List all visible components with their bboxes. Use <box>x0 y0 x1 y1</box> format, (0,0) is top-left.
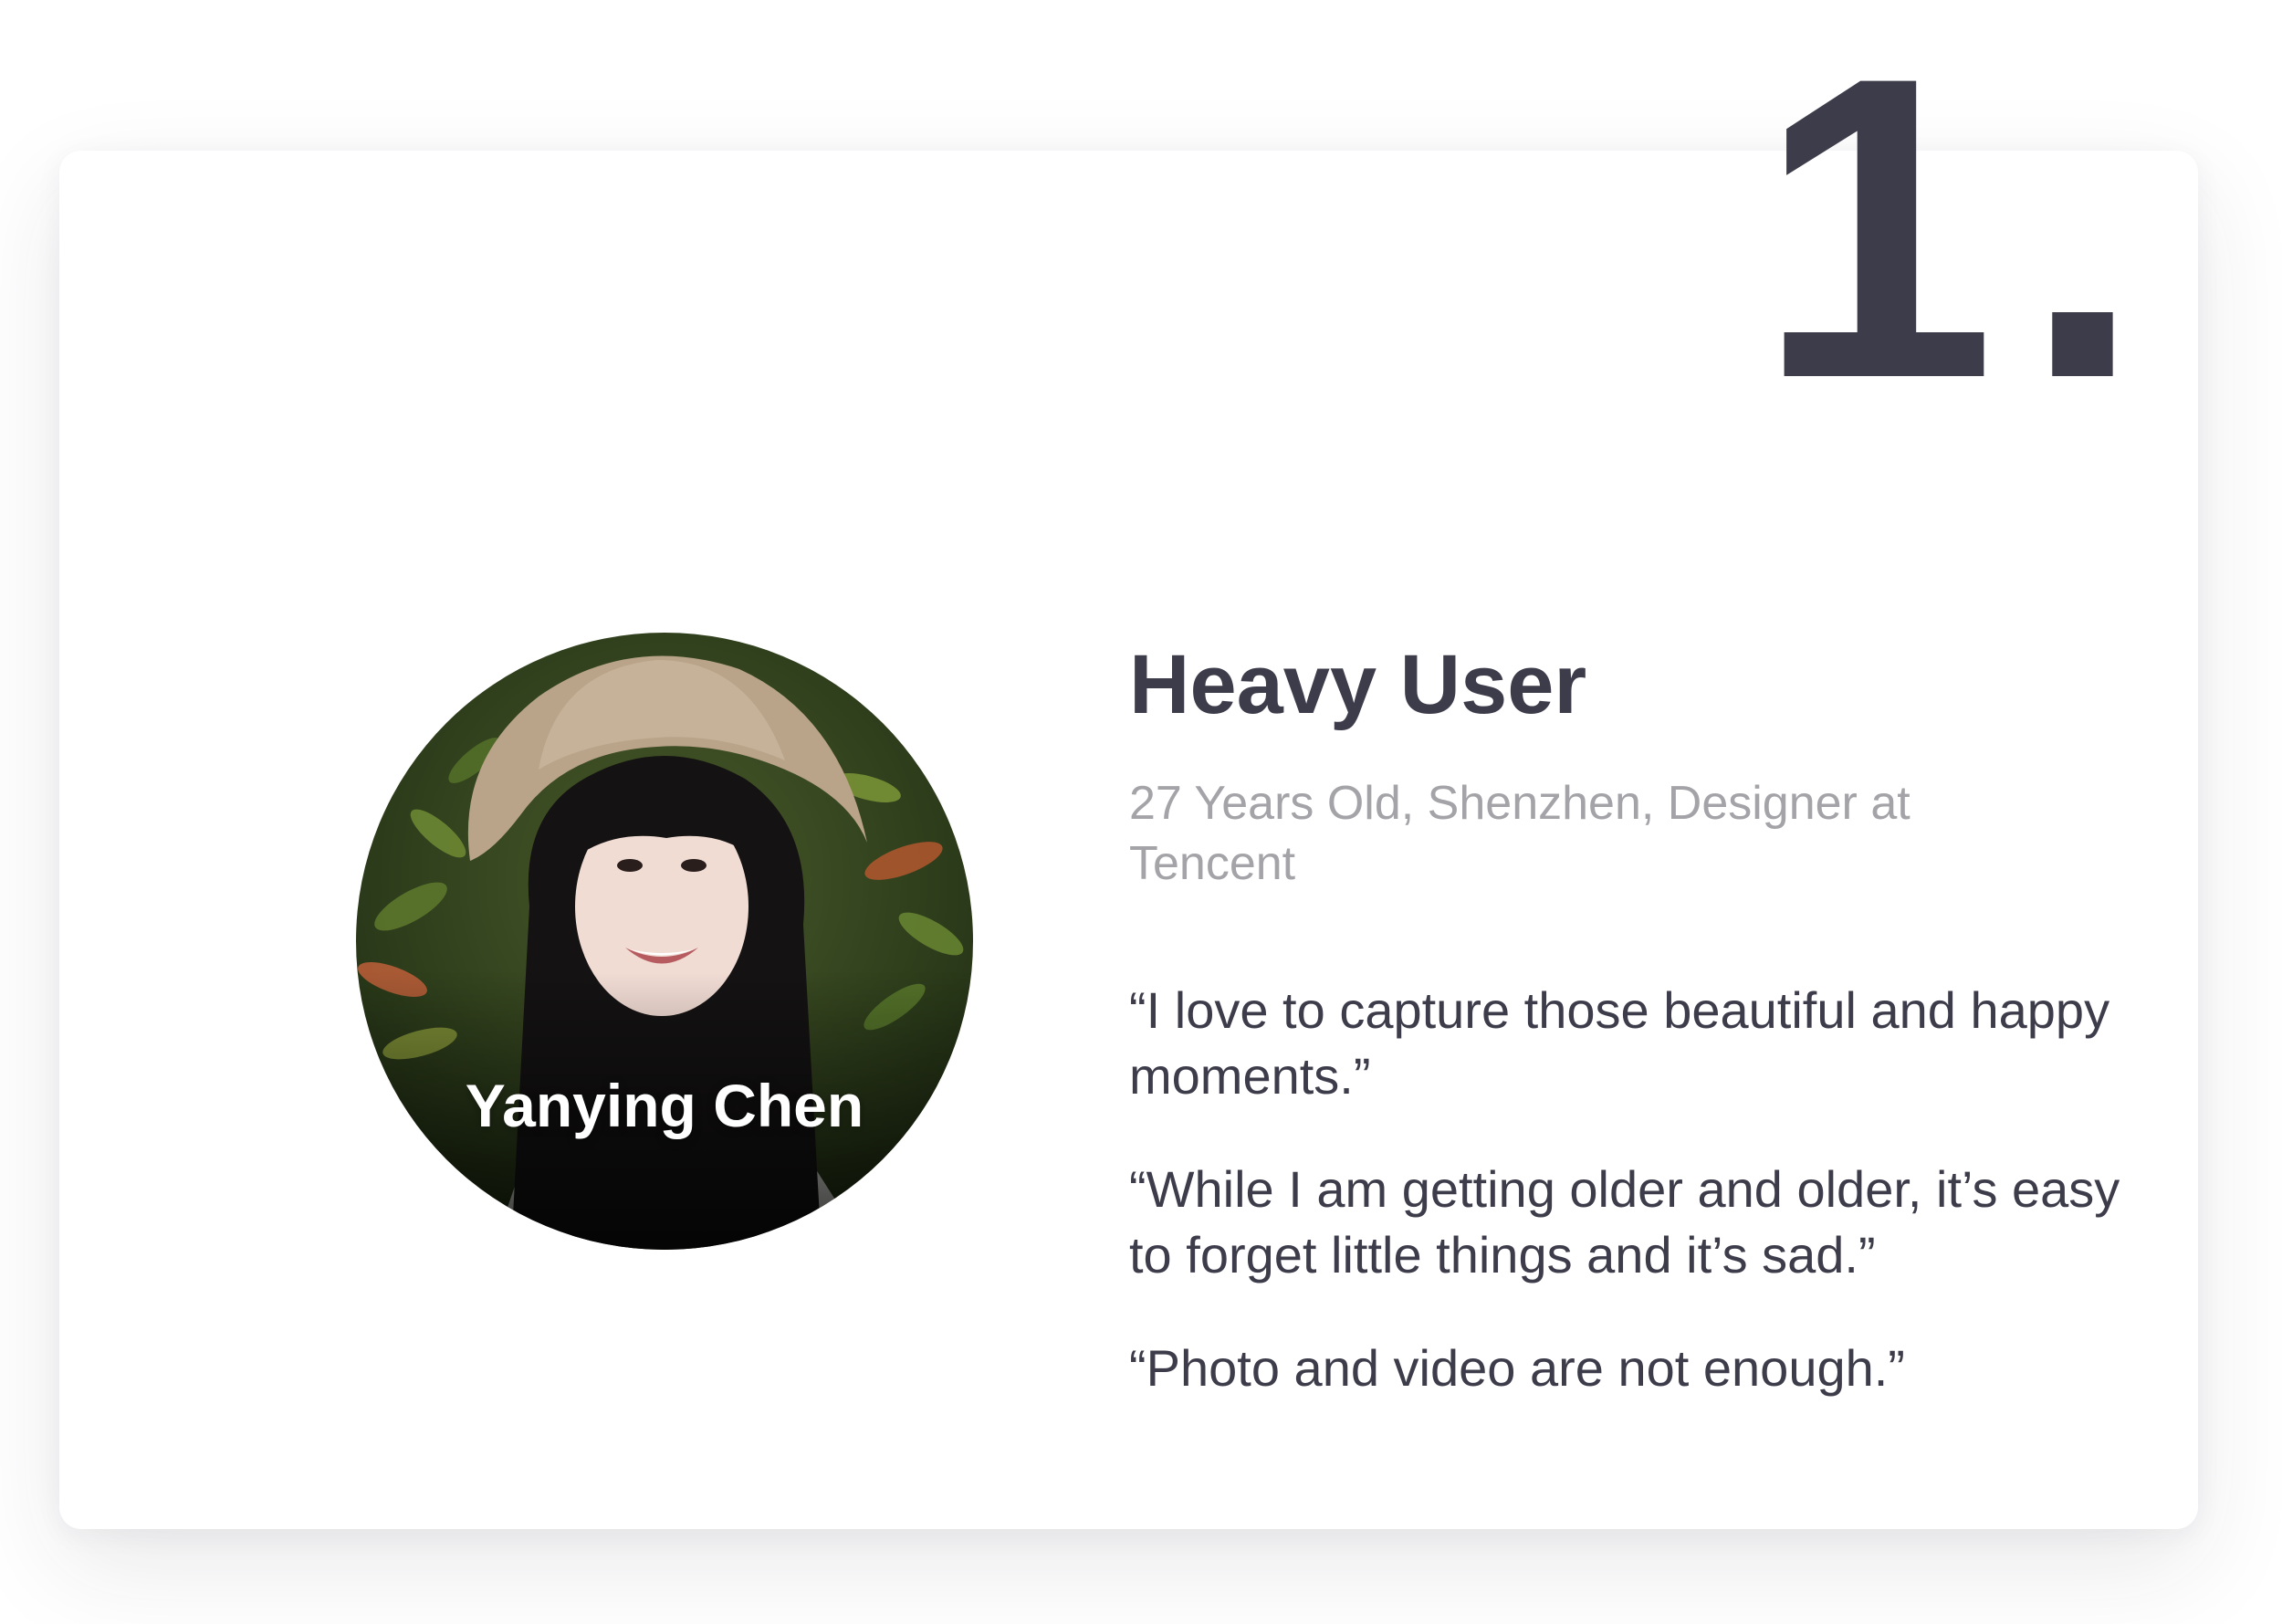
persona-info: Heavy User 27 Years Old, Shenzhen, Desig… <box>1129 634 2161 1449</box>
step-number: 1. <box>1757 0 2170 467</box>
persona-details: 27 Years Old, Shenzhen, Designer at Tenc… <box>1129 777 1910 891</box>
quote-item: “While I am getting older and older, it’… <box>1129 1160 2120 1284</box>
avatar: Yanying Chen <box>356 633 973 1250</box>
avatar-photo <box>356 633 973 1250</box>
persona-name: Yanying Chen <box>465 1072 864 1139</box>
persona-card: 1. Yanying Chen Heavy User 27 Years Old,… <box>59 14 2198 1529</box>
quote-item: “I love to capture those beautiful and h… <box>1129 981 2110 1105</box>
quote-list: “I love to capture those beautiful and h… <box>1129 978 2161 1401</box>
persona-title: Heavy User <box>1129 638 1587 731</box>
quote-item: “Photo and video are not enough.” <box>1129 1339 1905 1398</box>
